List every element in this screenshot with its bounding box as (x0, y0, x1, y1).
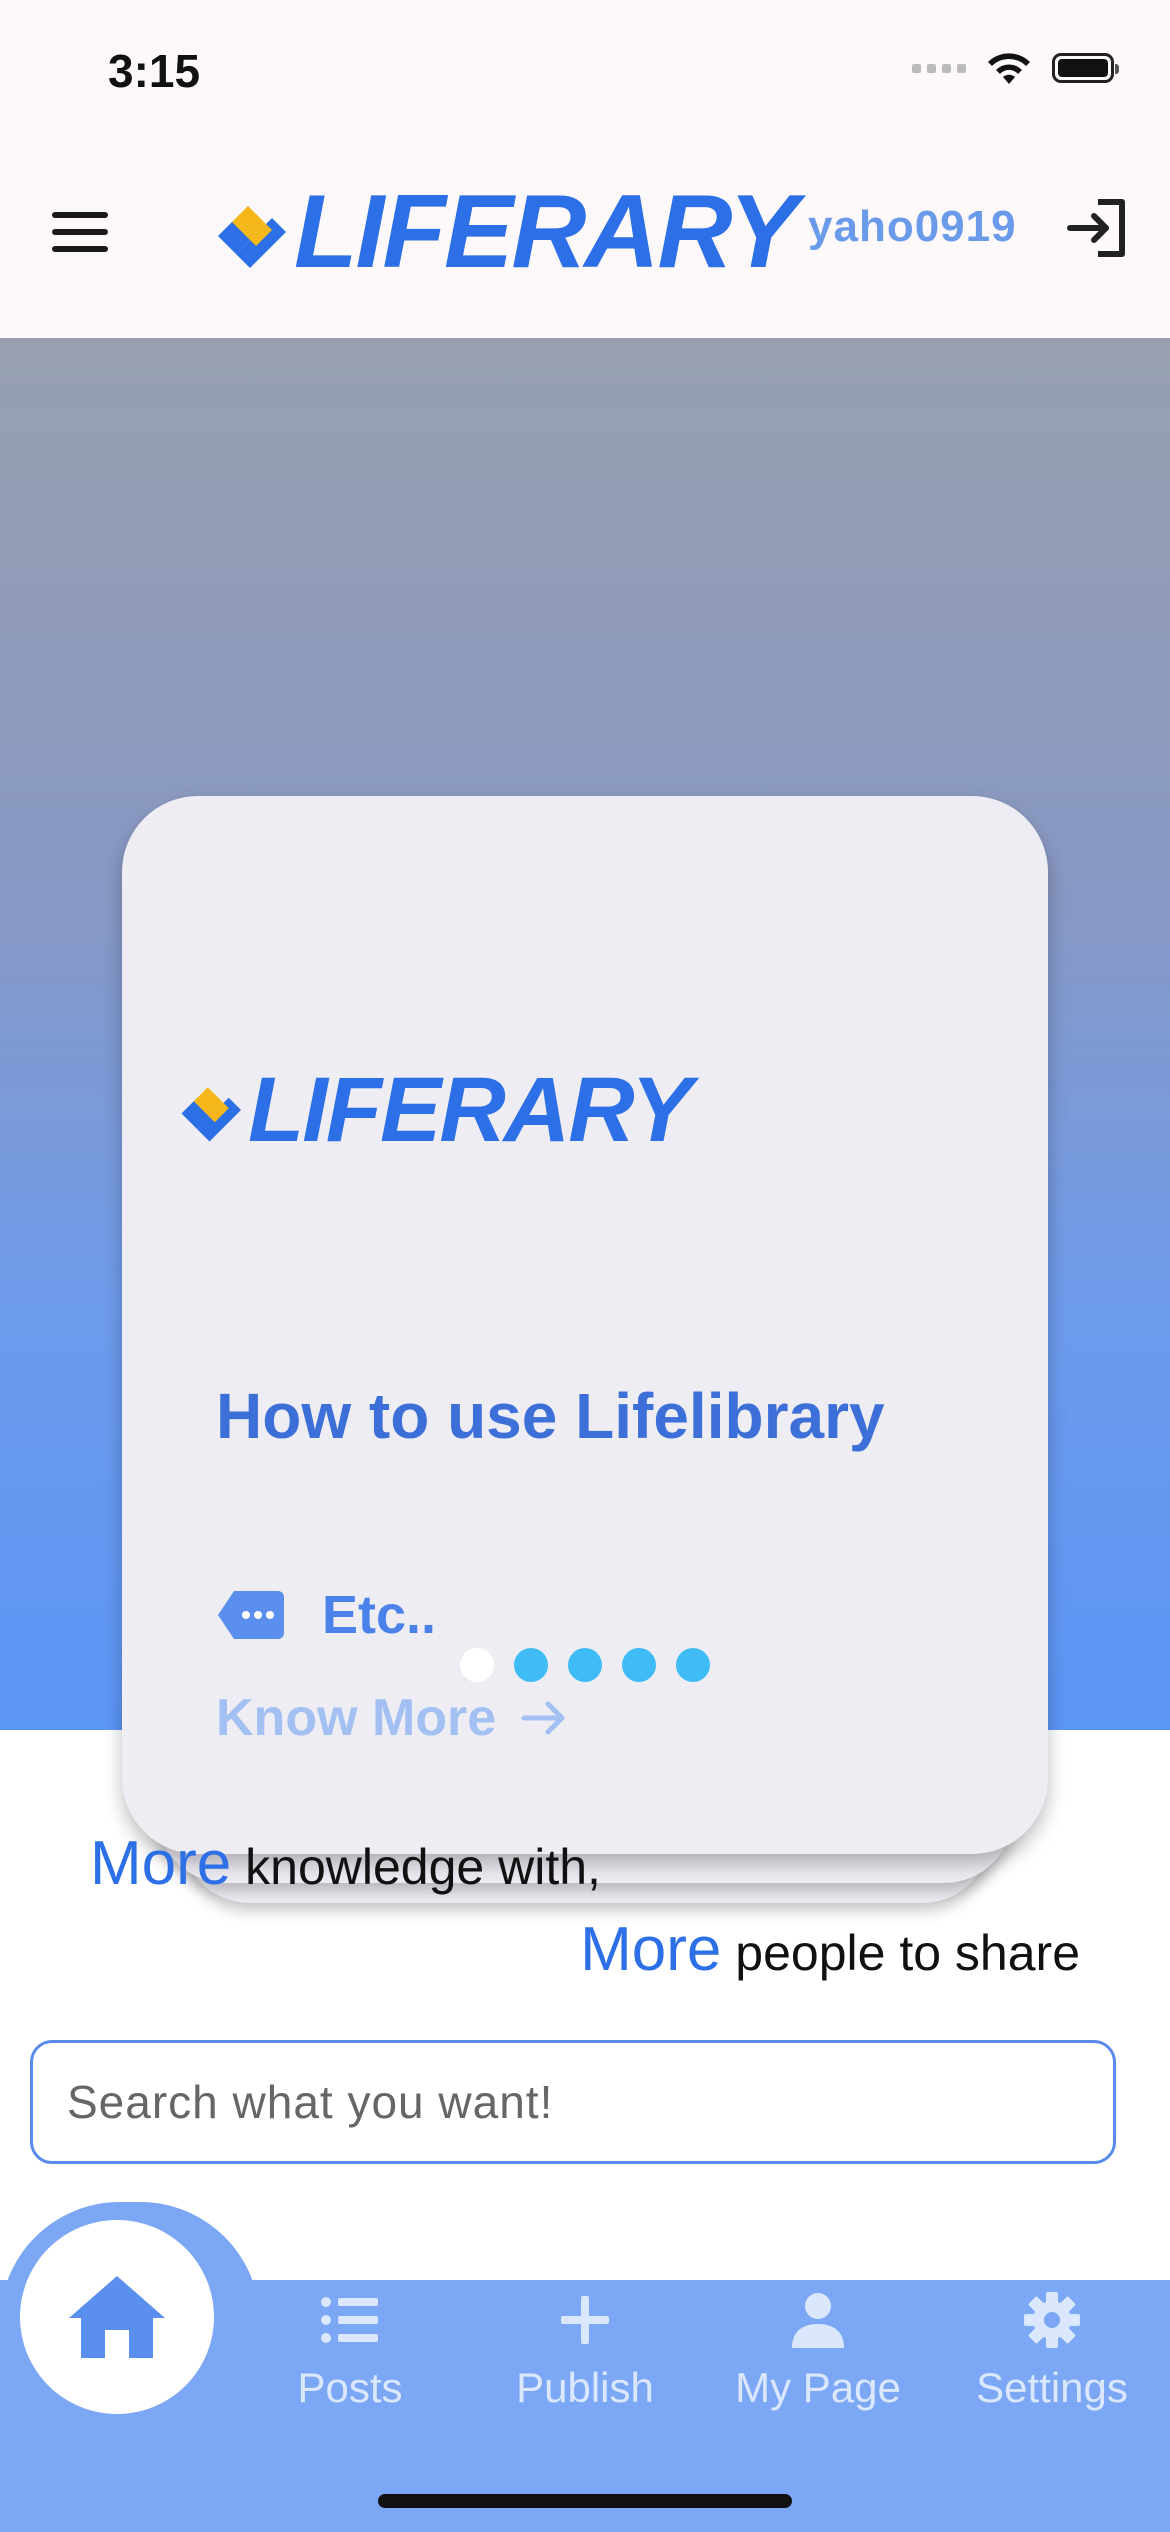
app-header: LIFERARY yaho0919 (0, 150, 1170, 338)
tag-label: Etc.. (322, 1585, 437, 1645)
carousel-card[interactable]: LIFERARY How to use Lifelibrary Etc.. Kn… (122, 796, 1048, 1854)
tab-publish-label: Publish (516, 2364, 654, 2411)
search-input[interactable] (33, 2043, 1113, 2161)
know-more-link[interactable]: Know More (216, 1688, 568, 1748)
liferary-logo-icon (181, 1087, 241, 1142)
tab-my-page[interactable]: My Page (708, 2290, 928, 2412)
pagination-dot[interactable] (514, 1648, 548, 1682)
liferary-logo-icon (218, 206, 286, 268)
know-more-label: Know More (216, 1689, 497, 1747)
tab-publish[interactable]: Publish (475, 2290, 695, 2412)
card-category-tag: Etc.. (216, 1584, 436, 1646)
search-box (30, 2040, 1116, 2164)
hero-carousel[interactable]: LIFERARY How to use Lifelibrary Etc.. Kn… (0, 338, 1170, 1903)
pagination-dot[interactable] (460, 1648, 494, 1682)
arrow-right-icon (521, 1701, 565, 1735)
tagline-accent-2: More (580, 1915, 722, 1984)
cellular-signal-icon (912, 63, 966, 73)
tab-settings-label: Settings (976, 2364, 1128, 2411)
tagline-line-2: More people to share (580, 1914, 1080, 1985)
tagline-text-2: people to share (721, 1925, 1080, 1981)
tagline-accent-1: More (90, 1829, 232, 1898)
status-icons (912, 50, 1119, 86)
username-label[interactable]: yaho0919 (808, 202, 1017, 252)
list-icon (321, 2297, 378, 2343)
person-icon (792, 2293, 844, 2348)
home-indicator (378, 2494, 792, 2508)
pagination-dot[interactable] (622, 1648, 656, 1682)
tab-settings[interactable]: Settings (942, 2290, 1162, 2412)
tagline-line-1: More knowledge with, (90, 1828, 601, 1899)
tag-icon (218, 1591, 284, 1639)
gear-icon (1024, 2292, 1080, 2348)
battery-icon (1052, 53, 1119, 83)
card-logo-wordmark: LIFERARY (248, 1059, 692, 1161)
pagination-dot[interactable] (568, 1648, 602, 1682)
tab-home[interactable] (20, 2220, 214, 2414)
tagline-text-1: knowledge with, (231, 1839, 601, 1895)
logo-wordmark: LIFERARY (294, 174, 798, 290)
status-bar: 3:15 (0, 0, 1170, 150)
plus-icon (561, 2296, 609, 2344)
hamburger-menu-icon[interactable] (52, 200, 116, 264)
pagination-dot[interactable] (676, 1648, 710, 1682)
app-logo: LIFERARY (214, 174, 798, 290)
tab-posts-label: Posts (297, 2364, 403, 2411)
tab-my-page-label: My Page (735, 2364, 901, 2411)
tab-posts[interactable]: Posts (240, 2290, 460, 2412)
login-icon[interactable] (1064, 194, 1132, 262)
card-title: How to use Lifelibrary (216, 1380, 885, 1452)
home-icon (69, 2276, 165, 2358)
card-logo: LIFERARY (178, 1059, 692, 1161)
wifi-icon (988, 53, 1030, 84)
status-time: 3:15 (108, 45, 201, 97)
carousel-pagination (0, 1648, 1170, 1682)
